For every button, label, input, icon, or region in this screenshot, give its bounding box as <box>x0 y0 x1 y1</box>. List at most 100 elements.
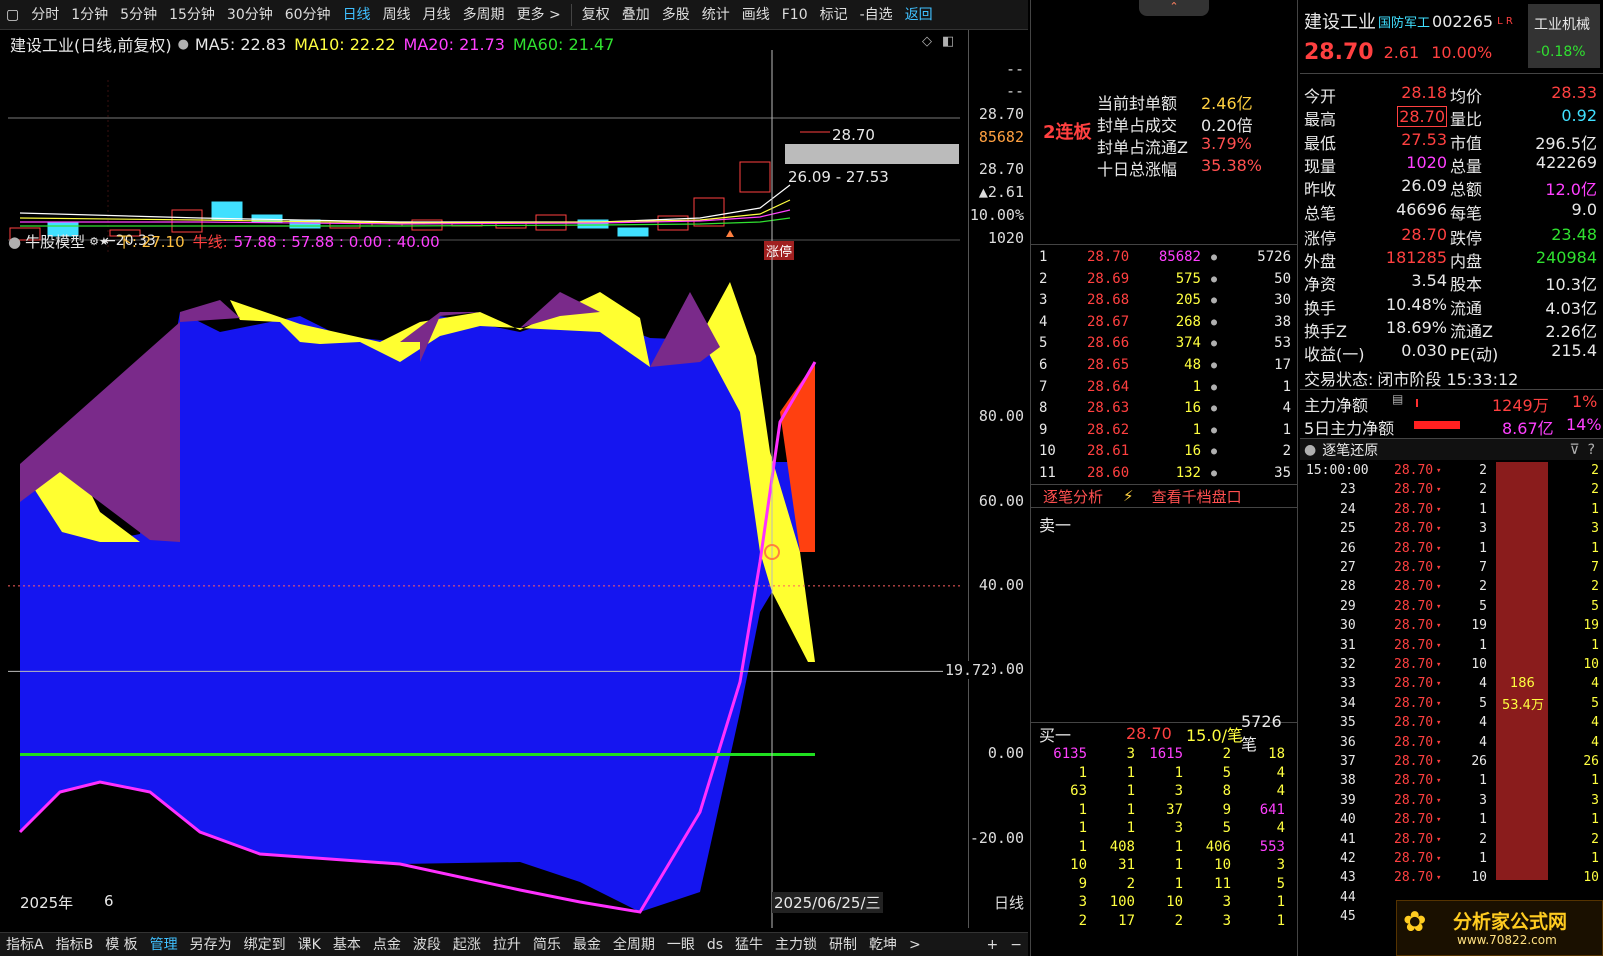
bottom-tab[interactable]: 绑定到 <box>238 933 292 956</box>
bottom-tab[interactable]: 起涨 <box>447 933 487 956</box>
order-book-row[interactable]: 8 28.63 16 ● 4 <box>1031 398 1297 420</box>
tick-toggle-icon[interactable]: ● <box>1304 442 1316 458</box>
bottom-tab[interactable]: 管理 <box>144 933 184 956</box>
period-tab[interactable]: 更多 > <box>511 0 567 30</box>
queue-cell: 10 <box>1214 857 1231 873</box>
time-axis-month: 6 <box>104 892 114 910</box>
panel-toggle-icon[interactable]: ◧ <box>942 34 954 49</box>
bottom-tab[interactable]: 指标B <box>50 933 100 956</box>
bottom-tab[interactable]: 另存为 <box>184 933 238 956</box>
tick-price: 28.70 <box>1394 463 1434 478</box>
quote-value: 0.92 <box>1561 106 1597 126</box>
bottom-tab[interactable]: 指标A <box>0 933 50 956</box>
tick-volume: 2 <box>1479 831 1487 847</box>
tool-button[interactable]: F10 <box>776 0 814 30</box>
period-tab[interactable]: 15分钟 <box>163 0 221 30</box>
tool-button[interactable]: 多股 <box>656 0 696 30</box>
order-book-row[interactable]: 6 28.65 48 ● 17 <box>1031 355 1297 377</box>
bottom-tab[interactable]: 研制 <box>823 933 863 956</box>
period-tab[interactable]: 月线 <box>417 0 457 30</box>
window-icon[interactable]: ▢ <box>0 0 25 30</box>
period-tab[interactable]: 30分钟 <box>221 0 279 30</box>
order-book-row[interactable]: 11 28.60 132 ● 35 <box>1031 463 1297 485</box>
bottom-tab[interactable]: 一眼 <box>661 933 701 956</box>
lightning-icon[interactable]: ⚡ <box>1123 487 1134 505</box>
order-book-panel: ⌃ 2连板 当前封单额 2.46亿 封单占成交 0.20倍 封单占流通Z 3.79% 十日总… <box>1030 0 1298 956</box>
quote-label: 净资 <box>1304 275 1337 295</box>
tick-row: 28 28.70 ▾ 2 2 <box>1300 577 1603 597</box>
bottom-tab[interactable]: ds <box>701 933 729 956</box>
period-tab[interactable]: 分时 <box>25 0 65 30</box>
bottom-tab[interactable]: 基本 <box>327 933 367 956</box>
order-book-row[interactable]: 10 28.61 16 ● 2 <box>1031 441 1297 463</box>
period-tab[interactable]: 多周期 <box>457 0 511 30</box>
order-book-row[interactable]: 4 28.67 268 ● 38 <box>1031 312 1297 334</box>
queue-cell: 1 <box>1078 764 1087 781</box>
zoom-in-button[interactable]: + <box>981 933 1005 956</box>
indicator-star-icon[interactable]: ⚙★ <box>89 235 109 248</box>
indicator-axis-label: 80.00 <box>978 407 1024 426</box>
quote-value: 46696 <box>1396 199 1447 219</box>
tick-price: 28.70 <box>1394 598 1434 614</box>
queue-cell: 553 <box>1259 838 1285 855</box>
stock-tag[interactable]: 国防军工 <box>1378 12 1430 31</box>
indicator-name[interactable]: 牛股模型 <box>25 231 85 252</box>
tick-volume: 2 <box>1479 463 1487 478</box>
industry-box[interactable]: 工业机械 -0.18% <box>1528 4 1600 68</box>
order-book-row[interactable]: 3 28.68 205 ● 30 <box>1031 290 1297 312</box>
tab-tick-analysis[interactable]: 逐笔分析 <box>1043 486 1103 507</box>
queue-cell: 100 <box>1109 894 1135 910</box>
bottom-tab[interactable]: > <box>903 933 927 956</box>
quote-row: 昨收 26.09 总额 12.0亿 <box>1300 175 1603 199</box>
seal-value: 0.20倍 <box>1201 116 1253 135</box>
quote-value: 9.0 <box>1571 199 1597 219</box>
indicator-axis-label: -20.00 <box>969 828 1024 847</box>
tool-button[interactable]: 画线 <box>736 0 776 30</box>
bottom-tab[interactable]: 主力锁 <box>769 933 823 956</box>
indicator-settings-icon[interactable]: ● <box>8 233 21 251</box>
zoom-out-button[interactable]: − <box>1004 933 1028 956</box>
bottom-tab[interactable]: 乾坤 <box>863 933 903 956</box>
tool-button[interactable]: 叠加 <box>616 0 656 30</box>
order-book-row[interactable]: 2 28.69 575 ● 50 <box>1031 269 1297 291</box>
price-change: 2.61 <box>1383 43 1420 62</box>
tool-button[interactable]: 标记 <box>814 0 854 30</box>
tool-button[interactable]: 统计 <box>696 0 736 30</box>
bottom-tab[interactable]: 拉升 <box>487 933 527 956</box>
tick-volume: 1 <box>1479 773 1487 789</box>
order-book-row[interactable]: 9 28.62 1 ● 1 <box>1031 420 1297 442</box>
filter-icon[interactable]: ⊽ <box>1569 442 1579 458</box>
tick-price: 28.70 <box>1394 521 1434 537</box>
bottom-tab[interactable]: 课K <box>292 933 327 956</box>
tick-price: 28.70 <box>1394 501 1434 517</box>
period-tab[interactable]: 周线 <box>377 0 417 30</box>
tool-button[interactable]: 复权 <box>576 0 616 30</box>
bottom-tab[interactable]: 波段 <box>407 933 447 956</box>
tick-time: 41 <box>1340 831 1356 847</box>
bottom-tab[interactable]: 全周期 <box>607 933 661 956</box>
tool-button[interactable]: 返回 <box>899 0 939 30</box>
level-volume: 268 <box>1175 313 1201 330</box>
queue-cell: 408 <box>1109 838 1135 855</box>
bottom-tab[interactable]: 点金 <box>367 933 407 956</box>
tool-button[interactable]: -自选 <box>854 0 899 30</box>
tab-thousand-levels[interactable]: 查看千档盘口 <box>1152 486 1242 507</box>
main-net-icon[interactable]: ▤ <box>1392 392 1403 406</box>
divider <box>1300 389 1603 390</box>
order-book-row[interactable]: 5 28.66 374 ● 53 <box>1031 333 1297 355</box>
bottom-tab[interactable]: 猛牛 <box>729 933 769 956</box>
kline-chart-area[interactable]: 建设工业(日线,前复权) ● MA5: 22.83 MA10: 22.22 MA… <box>0 30 1028 928</box>
bottom-tab[interactable]: 模 板 <box>99 933 143 956</box>
period-tab[interactable]: 60分钟 <box>279 0 337 30</box>
period-tab[interactable]: 1分钟 <box>65 0 114 30</box>
period-tab[interactable]: 日线 <box>337 0 377 30</box>
diamond-icon[interactable]: ◇ <box>922 34 932 49</box>
quote-value: 23.48 <box>1551 224 1597 244</box>
collapse-handle-icon[interactable]: ⌃ <box>1139 0 1209 16</box>
period-tab[interactable]: 5分钟 <box>114 0 163 30</box>
order-book-row[interactable]: 1 28.70 85682 ● 5726 <box>1031 247 1297 269</box>
bottom-tab[interactable]: 简乐 <box>527 933 567 956</box>
bottom-tab[interactable]: 最金 <box>567 933 607 956</box>
help-icon[interactable]: ? <box>1588 442 1595 458</box>
order-book-row[interactable]: 7 28.64 1 ● 1 <box>1031 377 1297 399</box>
